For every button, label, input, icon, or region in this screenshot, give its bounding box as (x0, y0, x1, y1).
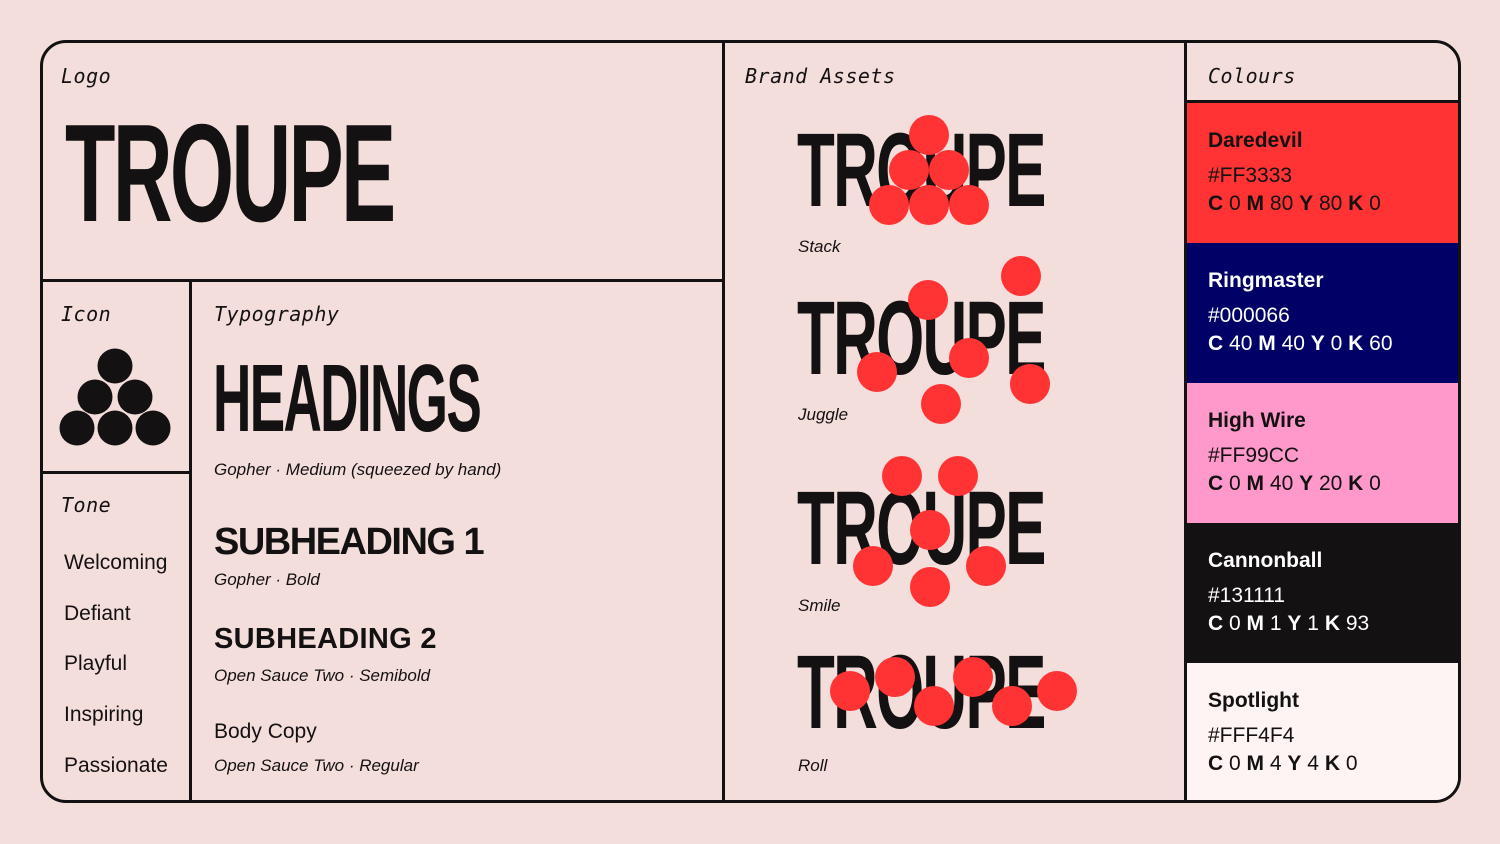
swatch-hex: #FFF4F4 (1208, 724, 1295, 747)
subheading-1-caption: Gopher · Bold (214, 570, 320, 589)
divider-icon-typography (189, 280, 192, 800)
swatch-daredevil: Daredevil #FF3333 C 0 M 80 Y 80 K 0 (1187, 103, 1458, 243)
tone-item-defiant: Defiant (64, 602, 131, 625)
asset-juggle-caption: Juggle (798, 405, 849, 424)
tone-item-welcoming: Welcoming (64, 551, 168, 574)
roll-ball (875, 657, 915, 697)
stack-ball (909, 115, 949, 155)
typography-label: Typography (214, 302, 340, 326)
swatch-cannonball: Cannonball #131111 C 0 M 1 Y 1 K 93 (1187, 523, 1458, 663)
smile-ball (853, 546, 893, 586)
roll-ball (830, 671, 870, 711)
subheading-1-sample: SUBHEADING 1 (214, 521, 485, 563)
swatch-name: Spotlight (1208, 689, 1299, 712)
swatch-spotlight: Spotlight #FFF4F4 C 0 M 4 Y 4 K 0 (1187, 663, 1458, 800)
stack-ball (909, 185, 949, 225)
swatch-cmyk: C 0 M 40 Y 20 K 0 (1208, 472, 1381, 495)
logo-label: Logo (61, 64, 112, 88)
stack-ball (949, 185, 989, 225)
troupe-balls-icon (59, 348, 171, 446)
swatch-high-wire: High Wire #FF99CC C 0 M 40 Y 20 K 0 (1187, 383, 1458, 523)
brand-board: Logo TROUPE Icon Tone Welcoming Defiant … (40, 40, 1461, 803)
roll-ball (992, 686, 1032, 726)
tone-label: Tone (61, 493, 112, 517)
smile-ball (910, 567, 950, 607)
asset-roll-caption: Roll (798, 756, 828, 775)
swatch-hex: #FF3333 (1208, 164, 1293, 187)
juggle-ball (1010, 364, 1050, 404)
juggle-ball (908, 280, 948, 320)
smile-ball (882, 456, 922, 496)
tone-item-playful: Playful (64, 652, 128, 675)
juggle-ball (949, 338, 989, 378)
smile-ball (910, 510, 950, 550)
swatch-name: High Wire (1208, 409, 1306, 432)
body-copy-caption: Open Sauce Two · Regular (214, 756, 419, 775)
logo-wordmark: TROUPE (65, 96, 396, 252)
tone-item-inspiring: Inspiring (64, 703, 144, 726)
body-copy-sample: Body Copy (214, 720, 317, 743)
asset-juggle-balls (857, 256, 1050, 424)
stack-ball (889, 150, 929, 190)
asset-roll-balls (830, 657, 1077, 726)
stack-ball (929, 150, 969, 190)
swatch-ringmaster: Ringmaster #000066 C 40 M 40 Y 0 K 60 (1187, 243, 1458, 383)
divider-icon-tone (43, 471, 190, 474)
roll-ball (953, 657, 993, 697)
stack-ball (869, 185, 909, 225)
juggle-ball (857, 352, 897, 392)
colours-panel: Colours Daredevil #FF3333 C 0 M 80 Y 80 … (1187, 43, 1458, 800)
asset-stack-balls (869, 115, 989, 225)
swatch-name: Cannonball (1208, 549, 1323, 572)
asset-stack-caption: Stack (798, 237, 841, 256)
asset-smile-balls (853, 456, 1006, 607)
tone-item-passionate: Passionate (64, 754, 168, 777)
colours-label: Colours (1208, 64, 1296, 88)
swatch-name: Daredevil (1208, 129, 1303, 152)
roll-ball (914, 686, 954, 726)
smile-ball (966, 546, 1006, 586)
typography-heading-sample: HEADINGS (213, 344, 482, 452)
swatch-cmyk: C 40 M 40 Y 0 K 60 (1208, 332, 1393, 355)
swatch-hex: #131111 (1208, 584, 1286, 607)
roll-ball (1037, 671, 1077, 711)
swatch-hex: #FF99CC (1208, 444, 1300, 467)
divider-logo-assets (722, 43, 725, 800)
heading-caption: Gopher · Medium (squeezed by hand) (214, 460, 502, 479)
subheading-2-sample: SUBHEADING 2 (214, 623, 437, 655)
brand-assets-label: Brand Assets (745, 64, 896, 88)
juggle-ball (921, 384, 961, 424)
swatch-cmyk: C 0 M 1 Y 1 K 93 (1208, 612, 1370, 635)
icon-label: Icon (61, 302, 112, 326)
subheading-2-caption: Open Sauce Two · Semibold (214, 666, 431, 685)
swatch-hex: #000066 (1208, 304, 1290, 327)
asset-smile-caption: Smile (798, 596, 841, 615)
smile-ball (938, 456, 978, 496)
divider-logo-bottom (43, 279, 723, 282)
swatch-cmyk: C 0 M 80 Y 80 K 0 (1208, 192, 1381, 215)
swatch-name: Ringmaster (1208, 269, 1324, 292)
swatch-cmyk: C 0 M 4 Y 4 K 0 (1208, 752, 1358, 775)
juggle-ball (1001, 256, 1041, 296)
